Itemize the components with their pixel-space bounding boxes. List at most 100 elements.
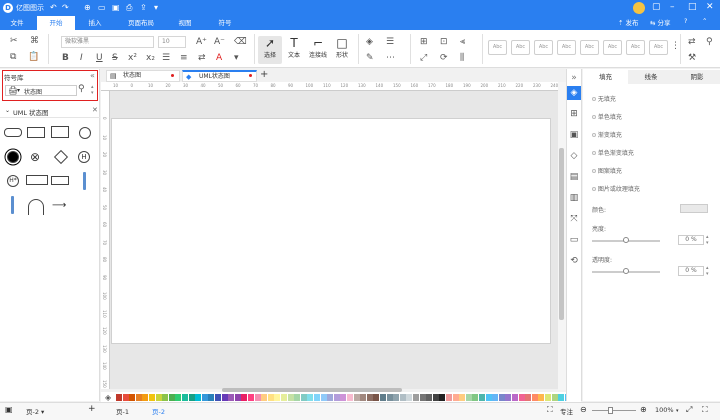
zoom-value[interactable]: 100% — [655, 406, 674, 414]
color-swatch[interactable] — [248, 394, 254, 401]
decrease-font-icon[interactable]: A⁻ — [214, 37, 225, 47]
transition-arrow-shape[interactable]: ⟶ — [52, 200, 66, 211]
color-swatch[interactable] — [155, 394, 162, 401]
color-swatch[interactable] — [188, 394, 195, 401]
style-preset[interactable]: Abc — [603, 40, 622, 55]
section-close-icon[interactable]: ✕ — [92, 106, 98, 114]
color-swatch[interactable] — [439, 394, 446, 401]
color-swatch[interactable] — [274, 394, 281, 401]
doc-tab[interactable]: ▤ 状态图 — [106, 70, 180, 82]
color-swatch[interactable] — [116, 394, 122, 401]
fill-option-mono-gradient[interactable]: 单色渐变填充 — [592, 148, 634, 157]
minimize-icon[interactable]: – — [670, 2, 675, 12]
color-swatch[interactable] — [314, 394, 320, 401]
zoom-slider[interactable] — [592, 410, 636, 411]
color-swatch[interactable] — [498, 394, 505, 401]
state-shape[interactable] — [4, 128, 22, 137]
bold-icon[interactable]: B — [62, 53, 69, 63]
color-swatch[interactable] — [267, 394, 274, 401]
color-swatch[interactable] — [228, 394, 235, 401]
text-tool[interactable]: T 文本 — [282, 36, 306, 59]
color-swatch[interactable] — [162, 394, 169, 401]
spin-down-icon[interactable]: ▾ — [706, 240, 709, 246]
tab-line[interactable]: 线条 — [628, 70, 674, 84]
color-swatch[interactable] — [241, 394, 248, 401]
color-swatch[interactable] — [525, 394, 532, 401]
signal-shape[interactable] — [51, 176, 69, 185]
color-swatch[interactable] — [479, 394, 485, 401]
open-folder-icon[interactable]: ▭ — [98, 3, 106, 12]
bullet-list-icon[interactable]: ☰ — [162, 53, 170, 63]
tab-file[interactable]: 文件 — [0, 16, 34, 30]
terminate-shape[interactable]: ⊗ — [30, 150, 40, 164]
data-panel-icon[interactable]: ▥ — [567, 191, 581, 205]
line-dash-icon[interactable]: ⋯ — [386, 53, 395, 63]
align-icon[interactable]: ≡ — [180, 53, 188, 63]
transparency-slider-knob[interactable] — [623, 268, 629, 274]
distribute-icon[interactable]: ⫼ — [460, 53, 464, 63]
tab-insert[interactable]: 插入 — [78, 16, 112, 30]
style-preset[interactable]: Abc — [580, 40, 599, 55]
spin-down-icon[interactable]: ▾ — [706, 271, 709, 277]
group-icon[interactable]: ⊡ — [440, 37, 448, 47]
color-swatch[interactable] — [432, 394, 439, 401]
color-swatch[interactable] — [505, 394, 512, 401]
color-swatch[interactable] — [399, 394, 406, 401]
doc-tab-active[interactable]: ◆ UML状态图 — [182, 70, 257, 82]
color-swatch[interactable] — [327, 394, 334, 401]
find-icon[interactable]: ⚲ — [706, 37, 713, 47]
tab-home[interactable]: 开始 — [37, 16, 75, 30]
color-swatch[interactable] — [406, 394, 413, 401]
publish-button[interactable]: ⇡ 发布 — [618, 17, 639, 27]
color-swatch[interactable] — [287, 394, 294, 401]
align-objects-icon[interactable]: ⫷ — [460, 37, 465, 47]
page-view-icon[interactable]: ▣ — [5, 405, 13, 414]
replace-shape-icon[interactable]: ⇄ — [688, 37, 696, 47]
color-swatch[interactable] — [175, 394, 182, 401]
final-state-shape[interactable] — [7, 151, 19, 163]
color-swatch[interactable] — [472, 394, 479, 401]
color-swatch[interactable] — [366, 394, 373, 401]
undo-icon[interactable]: ↶ — [50, 3, 57, 12]
fill-option-none[interactable]: 无填充 — [592, 94, 616, 103]
underline-icon[interactable]: U — [96, 53, 103, 63]
color-swatch[interactable] — [380, 394, 386, 401]
composite-state-shape[interactable] — [27, 127, 45, 138]
paste-icon[interactable]: 📋 — [28, 52, 39, 62]
color-swatch[interactable] — [215, 394, 221, 401]
color-swatch[interactable] — [340, 394, 347, 401]
color-swatch[interactable] — [221, 394, 228, 401]
color-swatch[interactable] — [300, 394, 307, 401]
superscript-icon[interactable]: x² — [128, 53, 137, 63]
text-direction-icon[interactable]: ⇄ — [198, 53, 206, 63]
color-swatch[interactable] — [393, 394, 400, 401]
user-avatar[interactable] — [633, 2, 645, 14]
copy-icon[interactable]: ⧉ — [10, 52, 16, 62]
font-color-icon[interactable]: A — [216, 53, 222, 63]
redo-icon[interactable]: ↷ — [62, 3, 69, 12]
strikethrough-icon[interactable]: S — [112, 53, 118, 63]
ribbon-options-icon[interactable]: ⌃ — [702, 17, 707, 25]
line-style-icon[interactable]: ☰ — [386, 37, 394, 47]
color-swatch[interactable] — [149, 394, 155, 401]
fit-window-icon[interactable]: ⤢ — [686, 405, 692, 415]
color-swatch[interactable] — [122, 394, 129, 401]
layers-panel-icon[interactable]: ◇ — [567, 149, 581, 163]
font-family-select[interactable]: 微软雅黑 — [61, 36, 154, 48]
join-bar-shape[interactable] — [11, 196, 14, 214]
color-swatch[interactable] — [558, 394, 565, 401]
color-swatch[interactable] — [512, 394, 518, 401]
fit-panel-icon[interactable]: ⤧ — [567, 212, 581, 226]
page-dropdown[interactable]: 页-2 ▾ — [26, 406, 44, 416]
zoom-slider-knob[interactable] — [608, 407, 613, 414]
restore-icon[interactable]: ▢ — [652, 2, 661, 12]
fill-option-pattern[interactable]: 图案填充 — [592, 166, 622, 175]
color-swatch[interactable] — [446, 394, 452, 401]
style-preset[interactable]: Abc — [488, 40, 507, 55]
object-state-shape[interactable] — [26, 175, 48, 185]
zoom-in-icon[interactable]: ⊕ — [640, 405, 647, 414]
history-shape[interactable]: H — [78, 151, 90, 163]
color-swatch[interactable] — [538, 394, 545, 401]
fill-option-solid[interactable]: 单色填充 — [592, 112, 622, 121]
tab-view[interactable]: 视图 — [168, 16, 202, 30]
